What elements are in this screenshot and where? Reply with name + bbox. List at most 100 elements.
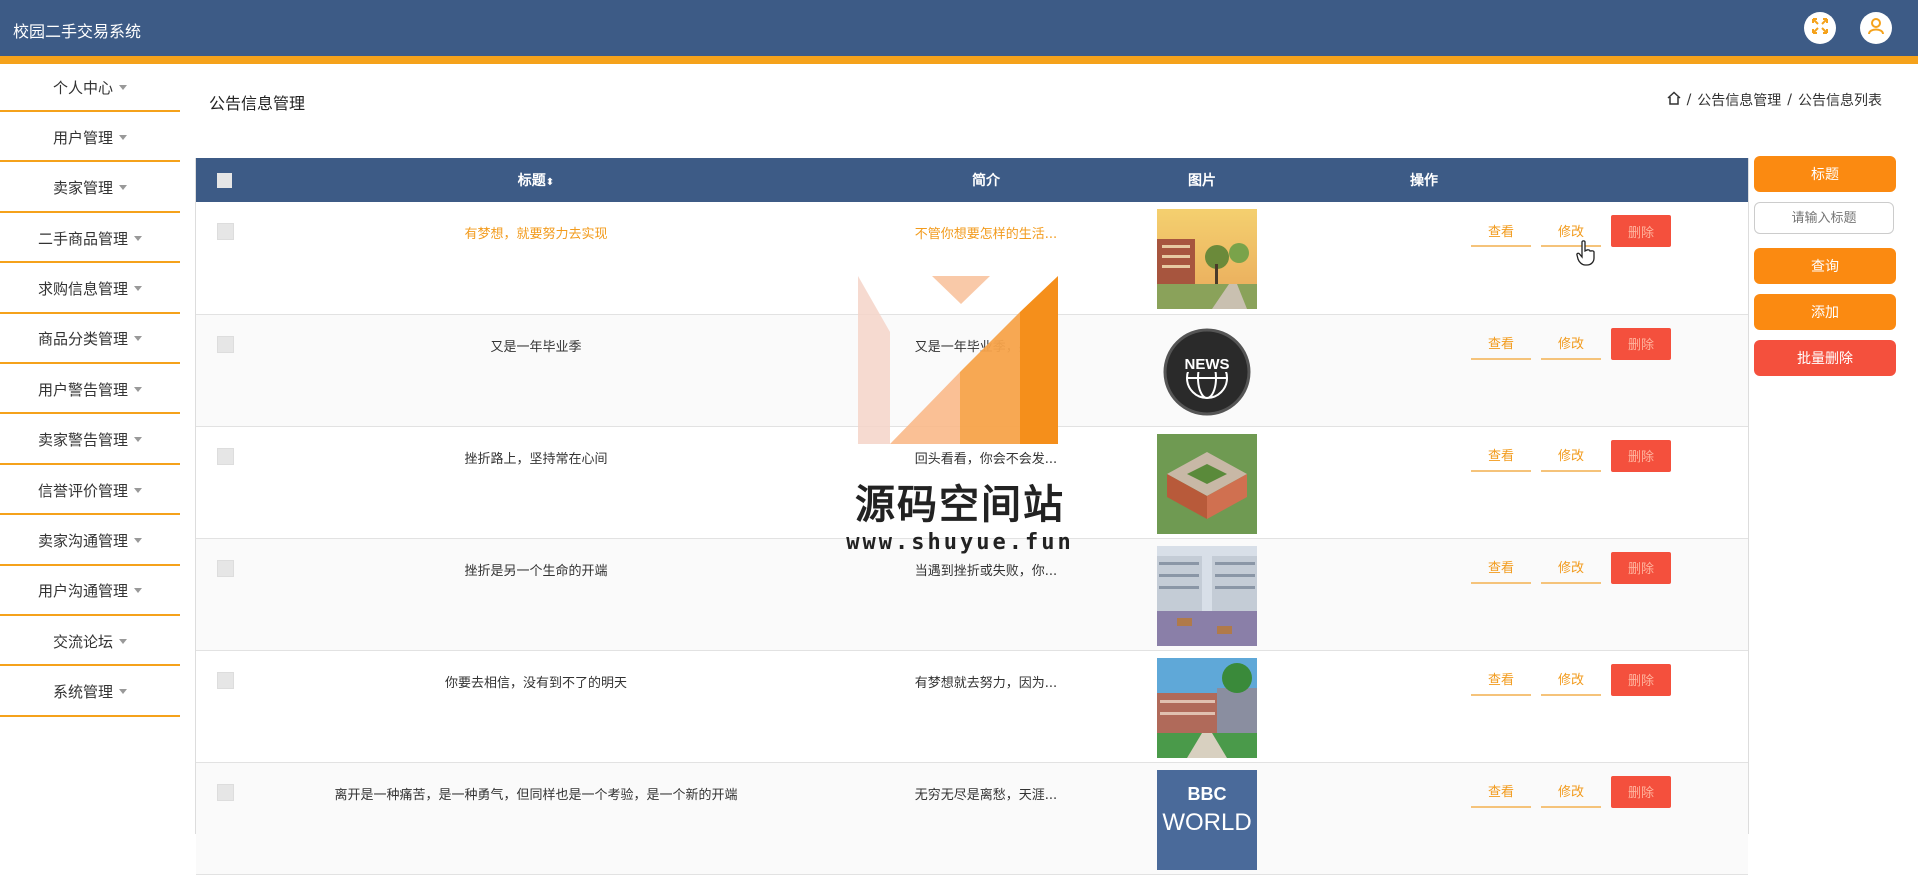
sidebar-item-label: 系统管理 [52,683,113,702]
table-row: 挫折路上，坚持常在心间 回头看看，你会不会发... 查看 修改 删除 [196,426,1748,538]
user-icon [1867,17,1885,39]
edit-button[interactable]: 修改 [1541,776,1601,808]
row-checkbox[interactable] [217,783,234,801]
search-label-button[interactable]: 标题 [1754,156,1896,192]
sidebar-item-label: 卖家警告管理 [37,431,128,450]
caret-down-icon [119,689,127,695]
breadcrumb: / 公告信息管理 / 公告信息列表 [1667,90,1882,110]
row-title: 又是一年毕业季 [490,339,582,355]
table-row: 有梦想，就要努力去实现 不管你想要怎样的生活... 查看 修改 删除 [196,202,1748,314]
sidebar-item-forum[interactable]: 交流论坛 [0,618,180,667]
select-all-checkbox[interactable] [217,172,232,188]
sidebar-item-label: 求购信息管理 [37,280,128,299]
caret-down-icon [134,538,142,544]
caret-down-icon [134,336,142,342]
edit-button[interactable]: 修改 [1541,552,1601,584]
caret-down-icon [134,437,142,443]
delete-button[interactable]: 删除 [1611,663,1671,696]
query-button[interactable]: 查询 [1754,248,1896,284]
sidebar-item-label: 信誉评价管理 [37,481,128,500]
breadcrumb-level-1[interactable]: 公告信息管理 [1697,90,1781,110]
delete-button[interactable]: 删除 [1611,327,1671,360]
sidebar-item-label: 二手商品管理 [37,229,128,248]
breadcrumb-separator: / [1686,92,1692,108]
row-title: 你要去相信，没有到不了的明天 [444,675,627,691]
campus-aerial-image [1157,433,1257,534]
home-icon[interactable] [1667,91,1681,109]
table-row: 挫折是另一个生命的开端 当遇到挫折或失败，你... 查看 修改 删除 [196,538,1748,650]
bbc-logo-text: BBC [1188,784,1227,804]
sort-icon[interactable]: ⬍ [546,177,554,188]
search-panel: 标题 查询 添加 批量删除 [1754,156,1896,386]
row-checkbox[interactable] [217,335,234,353]
caret-down-icon [119,84,127,90]
view-button[interactable]: 查看 [1471,440,1531,472]
sidebar-item-label: 个人中心 [52,78,113,97]
view-button[interactable]: 查看 [1471,215,1531,247]
row-checkbox[interactable] [217,671,234,689]
caret-down-icon [134,386,142,392]
sidebar-item-goods-management[interactable]: 二手商品管理 [0,215,180,264]
sidebar-item-user-warning[interactable]: 用户警告管理 [0,366,180,415]
view-button[interactable]: 查看 [1471,664,1531,696]
sidebar-item-purchase-request[interactable]: 求购信息管理 [0,266,180,314]
delete-button[interactable]: 删除 [1611,775,1671,808]
sidebar-item-seller-warning[interactable]: 卖家警告管理 [0,417,180,465]
app-title: 校园二手交易系统 [13,22,142,41]
user-avatar-button[interactable] [1860,12,1892,44]
view-button[interactable]: 查看 [1471,552,1531,584]
row-title: 挫折路上，坚持常在心间 [464,451,608,467]
sidebar-item-personal-center[interactable]: 个人中心 [0,64,180,112]
edit-button[interactable]: 修改 [1541,664,1601,696]
edit-button[interactable]: 修改 [1541,328,1601,360]
title-search-input[interactable] [1754,202,1894,234]
view-button[interactable]: 查看 [1471,776,1531,808]
world-logo-text: WORLD [1162,809,1251,836]
batch-delete-button[interactable]: 批量删除 [1754,340,1896,376]
sidebar-item-label: 交流论坛 [52,632,113,651]
sidebar-item-label: 商品分类管理 [37,330,128,349]
fullscreen-button[interactable] [1804,12,1836,44]
sidebar-item-system-management[interactable]: 系统管理 [0,669,180,717]
sidebar-item-label: 卖家管理 [52,179,113,198]
table-header-row: 标题⬍ 简介 图片 操作 [196,158,1748,202]
view-button[interactable]: 查看 [1471,328,1531,360]
caret-down-icon [134,235,142,241]
accent-stripe [0,56,1918,64]
notice-table: 标题⬍ 简介 图片 操作 有梦想，就要努力去实现 不管你想要怎样的生活... 查… [195,158,1749,874]
bbc-world-logo-image: BBC WORLD [1157,769,1257,870]
caret-down-icon [134,588,142,594]
table-row: 你要去相信，没有到不了的明天 有梦想就去努力，因为... 查看 修改 删除 [196,650,1748,762]
row-summary: 不管你想要怎样的生活... [914,227,1058,242]
table-row: 离开是一种痛苦，是一种勇气，但同样也是一个考验，是一个新的开端 无穷无尽是离愁，… [196,762,1748,874]
column-header-image: 图片 [1188,173,1216,189]
column-header-title[interactable]: 标题⬍ [256,158,816,202]
row-title: 离开是一种痛苦，是一种勇气，但同样也是一个考验，是一个新的开端 [334,787,738,803]
add-button[interactable]: 添加 [1754,294,1896,330]
row-checkbox[interactable] [217,559,234,577]
hand-cursor-icon [1576,240,1596,270]
sidebar-item-seller-chat[interactable]: 卖家沟通管理 [0,518,180,566]
sidebar-item-seller-management[interactable]: 卖家管理 [0,165,180,213]
sidebar-item-label: 卖家沟通管理 [37,532,128,551]
expand-icon [1811,17,1829,39]
delete-button[interactable]: 删除 [1611,551,1671,584]
sidebar-item-category-management[interactable]: 商品分类管理 [0,316,180,364]
sidebar-item-credit-review[interactable]: 信誉评价管理 [0,467,180,516]
caret-down-icon [134,286,142,292]
breadcrumb-level-2: 公告信息列表 [1798,93,1882,109]
delete-button[interactable]: 删除 [1611,215,1671,247]
row-summary: 无穷无尽是离愁，天涯... [914,787,1058,803]
sidebar-item-user-management[interactable]: 用户管理 [0,114,180,163]
edit-button[interactable]: 修改 [1541,440,1601,472]
sidebar-item-user-chat[interactable]: 用户沟通管理 [0,568,180,616]
caret-down-icon [119,134,127,140]
news-logo-text: NEWS [1185,356,1230,373]
delete-button[interactable]: 删除 [1611,439,1671,472]
row-summary: 当遇到挫折或失败，你... [914,563,1058,579]
row-checkbox[interactable] [217,447,234,465]
campus-building-image [1157,545,1257,646]
caret-down-icon [119,638,127,644]
sidebar-item-label: 用户管理 [52,128,113,147]
row-checkbox[interactable] [217,223,234,240]
